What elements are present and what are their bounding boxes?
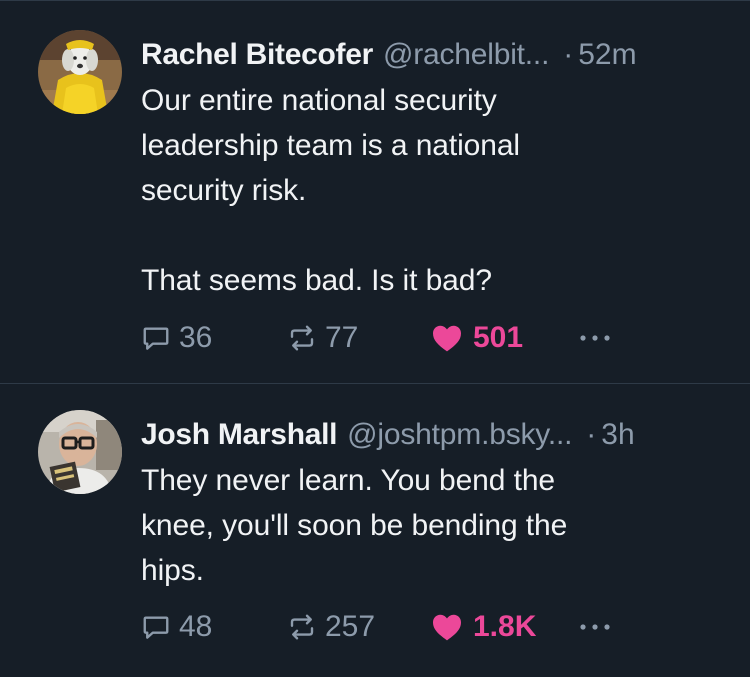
post-actions: 36 77 501 [141, 318, 617, 358]
post[interactable]: Josh Marshall @joshtpm.bsky... · 3h They … [0, 385, 750, 677]
reply-count: 48 [179, 610, 213, 643]
author-handle[interactable]: @rachelbit... [383, 33, 549, 77]
dog-avatar-image [38, 30, 122, 114]
man-avatar-image [38, 410, 122, 494]
time-separator: · [586, 418, 597, 451]
post-time[interactable]: · 3h [586, 413, 634, 457]
author-handle[interactable]: @joshtpm.bsky... [347, 413, 572, 457]
post[interactable]: Rachel Bitecofer @rachelbit... · 52m Our … [0, 1, 750, 384]
more-dots-icon [580, 335, 610, 341]
like-button[interactable]: 1.8K [431, 610, 577, 644]
post-actions: 48 257 1.8K [141, 607, 617, 647]
avatar[interactable] [38, 30, 122, 114]
author-name[interactable]: Josh Marshall [141, 413, 337, 457]
reply-button[interactable]: 48 [141, 610, 287, 644]
more-options-button[interactable] [577, 333, 617, 343]
repost-arrows-icon [290, 325, 314, 351]
repost-button[interactable]: 77 [287, 321, 431, 355]
repost-arrows-icon [290, 614, 314, 640]
post-content: Rachel Bitecofer @rachelbit... · 52m Our … [141, 33, 722, 303]
post-text: They never learn. You bend the knee, you… [141, 464, 568, 587]
like-count: 1.8K [473, 610, 537, 643]
time-value: 3h [601, 418, 635, 451]
repost-button[interactable]: 257 [287, 610, 431, 644]
post-content: Josh Marshall @joshtpm.bsky... · 3h They … [141, 413, 722, 593]
more-options-button[interactable] [577, 622, 617, 632]
time-separator: · [563, 38, 574, 71]
post-text: Our entire national security leadership … [141, 84, 520, 297]
more-dots-icon [580, 624, 610, 630]
avatar[interactable] [38, 410, 122, 494]
post-header: Rachel Bitecofer @rachelbit... · 52m [141, 33, 722, 77]
reply-count: 36 [179, 321, 213, 354]
time-value: 52m [578, 38, 637, 71]
post-feed: Rachel Bitecofer @rachelbit... · 52m Our … [0, 0, 750, 677]
reply-bubble-icon [143, 616, 169, 639]
repost-count: 77 [325, 321, 359, 354]
reply-bubble-icon [143, 327, 169, 350]
post-time[interactable]: · 52m [563, 33, 636, 77]
repost-count: 257 [325, 610, 376, 643]
heart-icon [433, 614, 461, 641]
heart-icon [433, 325, 461, 352]
author-name[interactable]: Rachel Bitecofer [141, 33, 373, 77]
reply-button[interactable]: 36 [141, 321, 287, 355]
like-button[interactable]: 501 [431, 321, 577, 355]
like-count: 501 [473, 321, 524, 354]
post-header: Josh Marshall @joshtpm.bsky... · 3h [141, 413, 722, 457]
